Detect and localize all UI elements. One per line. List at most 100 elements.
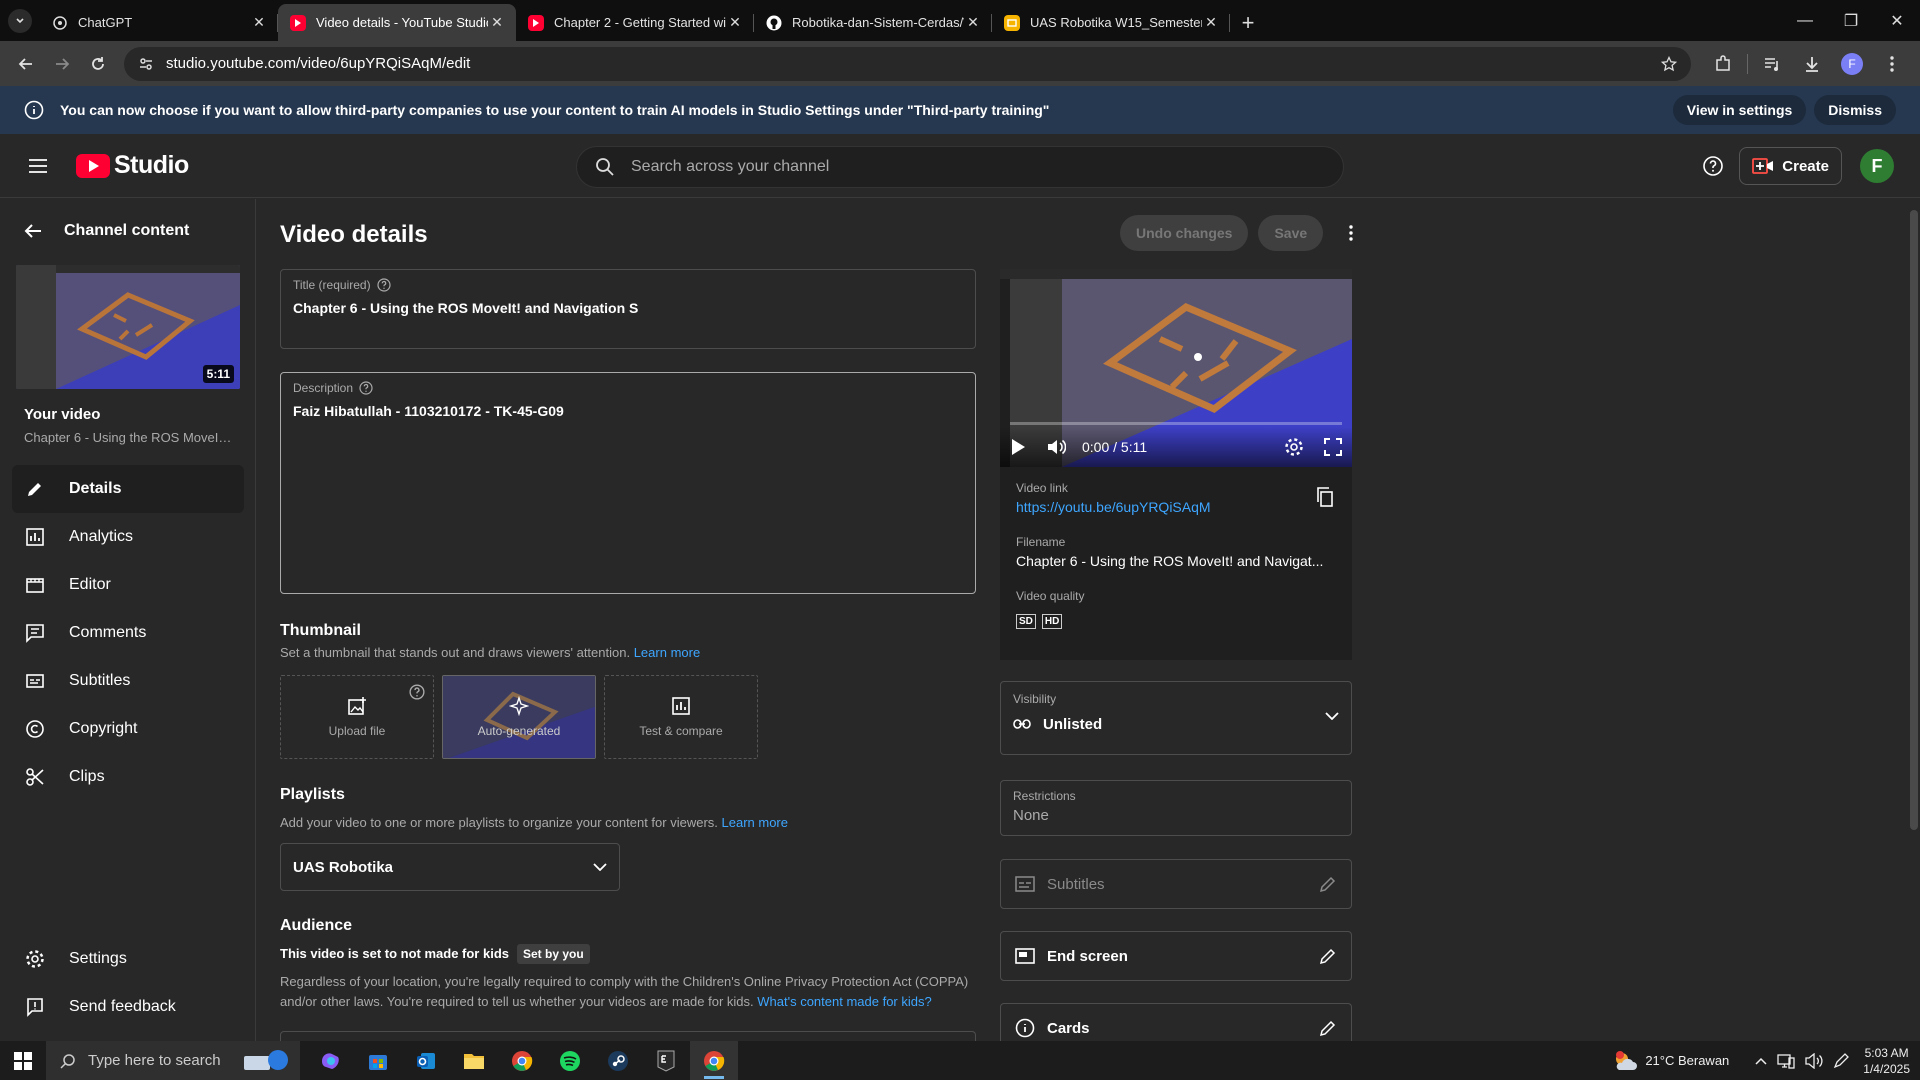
player-settings-icon[interactable] (1284, 437, 1304, 457)
subtitles-row[interactable]: Subtitles (1000, 859, 1352, 909)
pencil-icon[interactable] (1319, 1019, 1337, 1037)
close-tab-icon[interactable]: ✕ (488, 14, 506, 31)
browser-tab-uas[interactable]: UAS Robotika W15_Semester G ✕ (992, 4, 1230, 41)
sidebar-item-details[interactable]: Details (12, 465, 244, 513)
pen-icon[interactable] (1833, 1052, 1851, 1069)
pencil-icon[interactable] (1319, 947, 1337, 965)
extensions-icon[interactable] (1703, 46, 1743, 82)
media-control-icon[interactable] (1752, 46, 1792, 82)
chevron-up-icon[interactable] (1755, 1057, 1767, 1065)
visibility-value: Unlisted (1043, 715, 1103, 733)
chrome-profile-icon[interactable] (690, 1041, 738, 1080)
browser-menu-icon[interactable] (1872, 46, 1912, 82)
help-icon[interactable] (359, 381, 373, 395)
test-and-compare-option[interactable]: Test & compare (604, 675, 758, 759)
speaker-icon[interactable] (1805, 1052, 1823, 1069)
learn-more-link[interactable]: Learn more (722, 815, 788, 830)
account-avatar[interactable]: F (1860, 149, 1894, 183)
close-tab-icon[interactable]: ✕ (726, 14, 744, 31)
sidebar-item-editor[interactable]: Editor (12, 561, 244, 609)
sidebar-item-settings[interactable]: Settings (12, 935, 244, 983)
playlist-select[interactable]: UAS Robotika (280, 843, 620, 891)
auto-generated-option[interactable]: Auto-generated (442, 675, 596, 759)
copilot-icon[interactable] (306, 1041, 354, 1080)
channel-content-back[interactable]: Channel content (0, 199, 255, 263)
help-icon[interactable] (409, 684, 425, 700)
play-icon[interactable] (1010, 438, 1026, 456)
sidebar-item-subtitles[interactable]: Subtitles (12, 657, 244, 705)
cards-row[interactable]: Cards (1000, 1003, 1352, 1043)
restore-icon[interactable]: ❐ (1828, 0, 1874, 41)
bookmark-star-icon[interactable] (1661, 55, 1677, 72)
page-scrollbar[interactable] (1910, 210, 1918, 830)
close-tab-icon[interactable]: ✕ (964, 14, 982, 31)
chart-icon (672, 697, 690, 715)
profile-avatar[interactable]: F (1832, 46, 1872, 82)
address-bar[interactable]: studio.youtube.com/video/6upYRQiSAqM/edi… (124, 46, 1691, 81)
browser-tab-chatgpt[interactable]: ChatGPT ✕ (40, 4, 278, 41)
progress-bar[interactable] (1010, 422, 1342, 425)
outlook-icon[interactable] (402, 1041, 450, 1080)
spotify-icon[interactable] (546, 1041, 594, 1080)
channel-search[interactable]: Search across your channel (576, 146, 1344, 188)
reload-icon[interactable] (80, 46, 116, 82)
forward-arrow-icon[interactable] (44, 46, 80, 82)
create-button[interactable]: Create (1739, 147, 1842, 185)
visibility-select[interactable]: Visibility Unlisted (1000, 681, 1352, 755)
more-options-icon[interactable] (1333, 215, 1369, 251)
weather-icon[interactable] (1613, 1050, 1639, 1072)
learn-more-link[interactable]: Learn more (634, 645, 700, 660)
help-icon[interactable] (376, 278, 391, 292)
sidebar-item-feedback[interactable]: Send feedback (12, 983, 244, 1031)
save-button[interactable]: Save (1258, 215, 1324, 251)
made-for-kids-link[interactable]: What's content made for kids? (757, 994, 931, 1009)
browser-tab-chapter2[interactable]: Chapter 2 - Getting Started wit ✕ (516, 4, 754, 41)
video-thumbnail[interactable]: 5:11 (16, 265, 240, 389)
tab-title: ChatGPT (78, 15, 133, 30)
description-field[interactable]: Description Faiz Hibatullah - 1103210172… (280, 372, 976, 594)
clock[interactable]: 5:03 AM 1/4/2025 (1863, 1045, 1910, 1077)
browser-tab-youtube-studio[interactable]: Video details - YouTube Studio ✕ (278, 4, 516, 41)
studio-logo[interactable]: Studio (76, 151, 189, 180)
video-link[interactable]: https://youtu.be/6upYRQiSAqM (1016, 499, 1336, 515)
epic-games-icon[interactable] (642, 1041, 690, 1080)
close-tab-icon[interactable]: ✕ (250, 14, 268, 31)
sidebar-item-copyright[interactable]: Copyright (12, 705, 244, 753)
download-icon[interactable] (1792, 46, 1832, 82)
title-field[interactable]: Title (required) Chapter 6 - Using the R… (280, 269, 976, 349)
video-player[interactable]: 0:00 / 5:11 (1000, 269, 1352, 467)
close-window-icon[interactable]: ✕ (1874, 0, 1920, 41)
site-info-icon[interactable] (138, 56, 154, 72)
steam-icon[interactable] (594, 1041, 642, 1080)
pencil-icon[interactable] (1319, 875, 1337, 893)
dismiss-button[interactable]: Dismiss (1814, 95, 1896, 125)
view-in-settings-button[interactable]: View in settings (1672, 95, 1807, 125)
file-explorer-icon[interactable] (450, 1041, 498, 1080)
weather-text[interactable]: 21°C Berawan (1645, 1053, 1729, 1068)
end-screen-row[interactable]: End screen (1000, 931, 1352, 981)
tab-search-button[interactable] (0, 0, 40, 41)
close-tab-icon[interactable]: ✕ (1202, 14, 1220, 31)
hamburger-menu-icon[interactable] (0, 158, 76, 174)
taskbar-search[interactable]: Type here to search (46, 1041, 300, 1080)
store-icon[interactable] (354, 1041, 402, 1080)
windows-start-icon[interactable] (0, 1051, 46, 1070)
browser-tab-github[interactable]: Robotika-dan-Sistem-Cerdas/W ✕ (754, 4, 992, 41)
back-arrow-icon[interactable] (8, 46, 44, 82)
title-label: Title (required) (293, 278, 371, 292)
upload-file-option[interactable]: Upload file (280, 675, 434, 759)
page-title: Video details (280, 221, 428, 248)
clock-time: 5:03 AM (1864, 1045, 1909, 1060)
sidebar-item-clips[interactable]: Clips (12, 753, 244, 801)
undo-changes-button[interactable]: Undo changes (1120, 215, 1249, 251)
sidebar-item-comments[interactable]: Comments (12, 609, 244, 657)
network-icon[interactable] (1777, 1053, 1795, 1069)
chrome-icon[interactable] (498, 1041, 546, 1080)
sidebar-item-analytics[interactable]: Analytics (12, 513, 244, 561)
help-icon[interactable] (1693, 146, 1733, 186)
minimize-icon[interactable]: — (1782, 0, 1828, 41)
volume-icon[interactable] (1046, 438, 1066, 456)
fullscreen-icon[interactable] (1324, 438, 1342, 456)
new-tab-button[interactable]: + (1230, 4, 1266, 41)
copy-icon[interactable] (1316, 487, 1334, 507)
